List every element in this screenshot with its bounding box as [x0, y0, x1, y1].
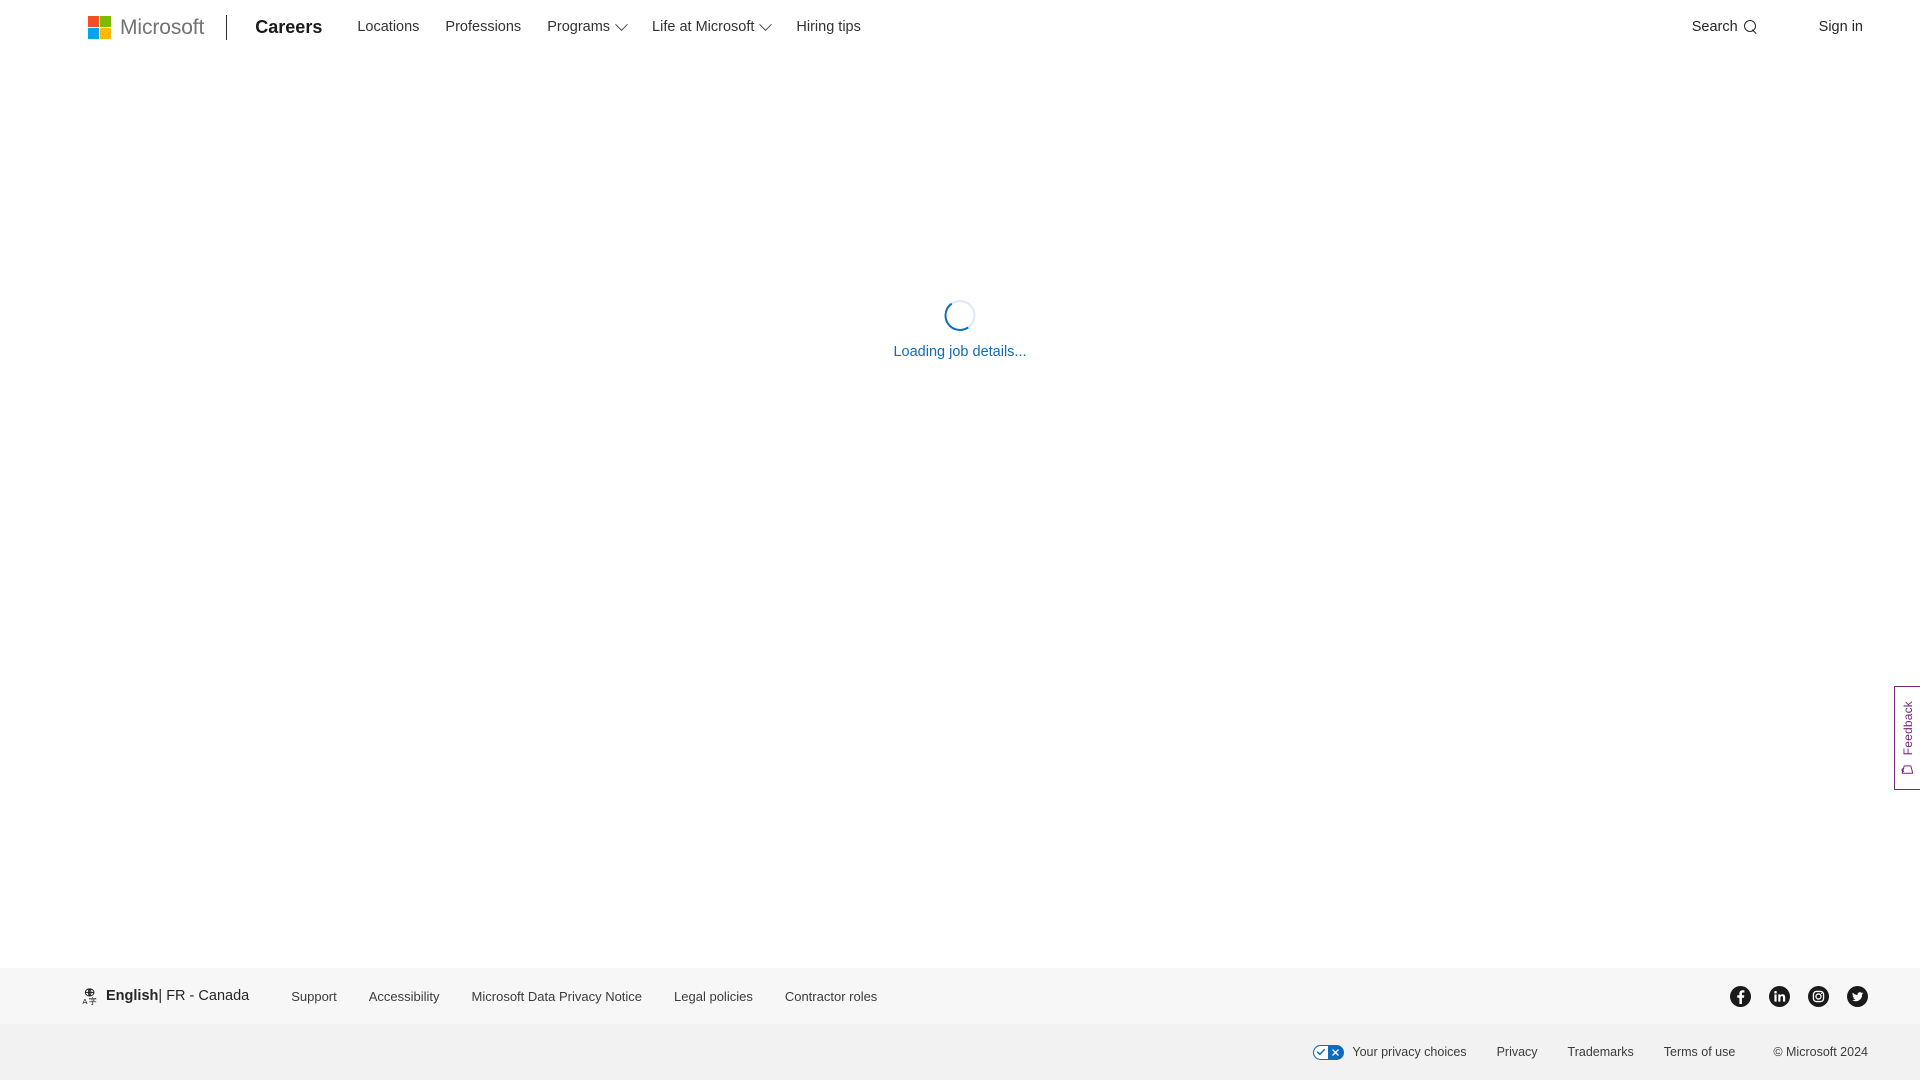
nav-item-label: Professions	[445, 18, 522, 35]
loading-status-text: Loading job details...	[893, 344, 1027, 360]
nav-item-label: Life at Microsoft	[652, 18, 755, 35]
nav-item-life-at-microsoft[interactable]: Life at Microsoft	[639, 17, 783, 35]
legal-link-terms-of-use[interactable]: Terms of use	[1664, 1045, 1736, 1059]
logo-square-red	[88, 15, 99, 27]
feedback-tab-label: Feedback	[1900, 700, 1915, 756]
language-globe-icon: A 字	[82, 987, 97, 1005]
privacy-x-half	[1328, 1045, 1344, 1059]
language-selector[interactable]: A 字 English| FR - Canada	[82, 987, 249, 1005]
privacy-choices-button[interactable]: Your privacy choices	[1313, 1044, 1467, 1060]
microsoft-logo[interactable]	[88, 15, 111, 39]
legal-link-trademarks[interactable]: Trademarks	[1568, 1045, 1634, 1059]
feedback-tab-button[interactable]: Feedback	[1894, 686, 1920, 790]
nav-item-label: Locations	[357, 18, 420, 35]
page-root: Microsoft Careers Locations Professions …	[0, 0, 1920, 1080]
chevron-down-icon	[759, 17, 773, 31]
header-utility-nav: Search Sign in	[1692, 0, 1920, 54]
feedback-speech-bubble-icon	[1901, 765, 1914, 774]
language-name: English	[106, 988, 159, 1004]
nav-item-label: Hiring tips	[796, 18, 861, 35]
svg-text:字: 字	[89, 996, 97, 1005]
footer-link-legal-policies[interactable]: Legal policies	[658, 989, 769, 1004]
search-icon	[1743, 19, 1759, 35]
search-button[interactable]: Search	[1692, 19, 1759, 35]
privacy-choices-icon	[1313, 1044, 1345, 1060]
microsoft-wordmark[interactable]: Microsoft	[120, 17, 204, 38]
footer-link-group: Support Accessibility Microsoft Data Pri…	[275, 989, 893, 1004]
brand-divider	[226, 14, 228, 40]
footer-link-support[interactable]: Support	[275, 989, 353, 1004]
nav-item-locations[interactable]: Locations	[344, 20, 432, 35]
copyright-text: © Microsoft 2024	[1773, 1045, 1868, 1059]
footer-link-accessibility[interactable]: Accessibility	[353, 989, 456, 1004]
site-header: Microsoft Careers Locations Professions …	[0, 0, 1920, 54]
logo-square-green	[100, 15, 111, 27]
careers-home-link[interactable]: Careers	[255, 17, 322, 38]
region-name: FR - Canada	[166, 988, 250, 1004]
legal-link-privacy[interactable]: Privacy	[1497, 1045, 1538, 1059]
nav-item-professions[interactable]: Professions	[432, 20, 534, 35]
loading-spinner-icon	[942, 297, 978, 334]
social-links	[1730, 985, 1868, 1007]
loading-indicator: Loading job details...	[893, 297, 1027, 360]
language-separator: |	[158, 988, 163, 1004]
facebook-icon[interactable]	[1730, 985, 1751, 1007]
twitter-icon[interactable]	[1847, 985, 1868, 1007]
nav-item-label: Programs	[547, 18, 611, 35]
svg-text:A: A	[82, 997, 88, 1005]
instagram-icon[interactable]	[1808, 985, 1829, 1007]
brand-block: Microsoft Careers	[88, 14, 322, 40]
footer-legal-bar: Your privacy choices Privacy Trademarks …	[0, 1024, 1920, 1080]
sign-in-button[interactable]: Sign in	[1819, 19, 1863, 35]
footer-link-data-privacy-notice[interactable]: Microsoft Data Privacy Notice	[456, 989, 659, 1004]
search-button-label: Search	[1691, 19, 1738, 35]
footer-link-contractor-roles[interactable]: Contractor roles	[769, 989, 893, 1004]
linkedin-icon[interactable]	[1769, 985, 1790, 1007]
main-content: Loading job details...	[0, 54, 1920, 968]
nav-item-programs[interactable]: Programs	[534, 17, 639, 35]
footer-links-bar: A 字 English| FR - Canada Support Accessi…	[0, 968, 1920, 1024]
nav-item-hiring-tips[interactable]: Hiring tips	[783, 20, 873, 35]
primary-nav: Locations Professions Programs Life at M…	[344, 17, 874, 35]
privacy-choices-label: Your privacy choices	[1352, 1045, 1467, 1059]
logo-square-yellow	[100, 27, 111, 39]
logo-square-blue	[88, 27, 99, 39]
language-selector-label: English| FR - Canada	[106, 988, 249, 1004]
chevron-down-icon	[615, 17, 628, 31]
privacy-check-half	[1314, 1045, 1329, 1059]
